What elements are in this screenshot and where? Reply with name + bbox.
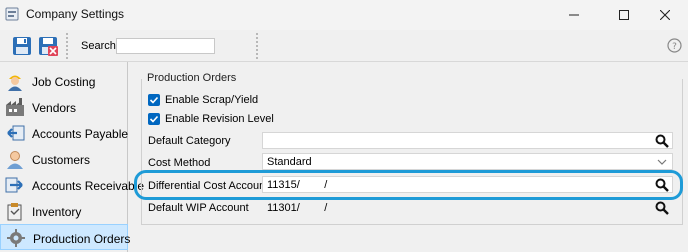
maximize-button[interactable] — [601, 0, 647, 30]
search-icon[interactable] — [655, 134, 669, 148]
sidebar-item-label: Customers — [32, 153, 91, 167]
settings-sidebar: Job Costing Vendors Accounts Payable Cus… — [0, 62, 144, 252]
sidebar-item-label: Production Orders — [33, 232, 131, 246]
sidebar-item-vendors[interactable]: Vendors — [0, 94, 128, 120]
search-input[interactable] — [116, 38, 215, 54]
sidebar-item-label: Vendors — [32, 101, 77, 115]
factory-icon — [6, 98, 24, 116]
checkbox-label: Enable Revision Level — [165, 113, 274, 125]
search-icon[interactable] — [655, 201, 669, 215]
checkbox-label: Enable Scrap/Yield — [165, 94, 259, 106]
default-wip-account-value: 11301/ / — [267, 202, 328, 214]
checkmark-icon — [148, 94, 160, 106]
minimize-icon — [569, 14, 579, 16]
sidebar-item-production-orders[interactable]: Production Orders — [0, 224, 131, 250]
group-title: Production Orders — [147, 72, 237, 84]
default-wip-account-field[interactable]: 11301/ / — [262, 199, 673, 216]
toolbar-grip — [256, 33, 258, 59]
chevron-down-icon — [657, 159, 667, 165]
settings-app-icon — [5, 7, 19, 21]
sidebar-item-inventory[interactable]: Inventory — [0, 198, 128, 224]
maximize-icon — [619, 10, 629, 20]
window-title: Company Settings — [26, 7, 125, 21]
sidebar-item-label: Job Costing — [32, 75, 96, 89]
minimize-button[interactable] — [551, 0, 597, 30]
enable-revision-level-checkbox[interactable]: Enable Revision Level — [148, 112, 274, 126]
inventory-icon — [7, 203, 22, 221]
close-button[interactable] — [642, 0, 688, 30]
default-category-field[interactable] — [262, 132, 673, 149]
save-icon[interactable] — [12, 36, 32, 56]
help-icon[interactable]: ? — [667, 38, 682, 53]
cost-method-label: Cost Method — [148, 157, 211, 169]
cost-method-value: Standard — [267, 156, 312, 168]
title-bar: Company Settings — [0, 0, 688, 30]
payable-arrow-icon — [7, 125, 25, 141]
sidebar-item-label: Accounts Receivable — [32, 179, 145, 193]
sidebar-item-label: Accounts Payable — [32, 127, 129, 141]
receivable-arrow-icon — [5, 177, 23, 193]
toolbar-grip — [66, 33, 68, 59]
default-wip-account-label: Default WIP Account — [148, 202, 249, 214]
svg-text:?: ? — [672, 42, 677, 52]
production-gear-icon — [7, 229, 25, 247]
sidebar-item-job-costing[interactable]: Job Costing — [0, 68, 128, 94]
highlight-outline — [134, 170, 683, 200]
customer-icon — [7, 151, 23, 169]
default-category-label: Default Category — [148, 135, 231, 147]
worker-icon — [8, 75, 22, 91]
sidebar-item-label: Inventory — [32, 205, 82, 219]
save-close-icon[interactable] — [38, 36, 58, 56]
toolbar: Search ? — [0, 30, 688, 62]
search-label: Search — [81, 40, 116, 52]
close-icon — [660, 10, 670, 20]
sidebar-item-customers[interactable]: Customers — [0, 146, 128, 172]
sidebar-item-accounts-payable[interactable]: Accounts Payable — [0, 120, 128, 146]
cost-method-select[interactable]: Standard — [262, 153, 673, 170]
checkmark-icon — [148, 113, 160, 125]
enable-scrap-yield-checkbox[interactable]: Enable Scrap/Yield — [148, 93, 258, 107]
sidebar-item-accounts-receivable[interactable]: Accounts Receivable — [0, 172, 144, 198]
